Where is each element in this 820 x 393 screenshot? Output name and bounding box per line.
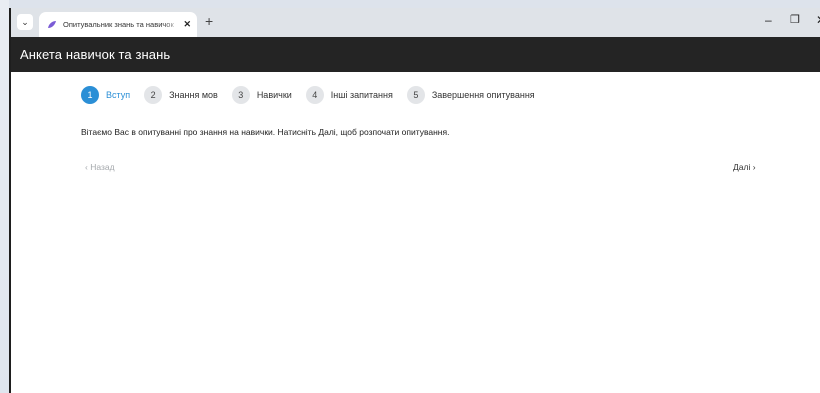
step-label: Інші запитання: [330, 90, 393, 100]
step-number: 2: [144, 86, 163, 104]
minimize-button[interactable]: –: [765, 13, 772, 27]
chevron-down-icon: ⌄: [21, 16, 29, 27]
app-header: Анкета навичок та знань: [11, 37, 820, 72]
tab-title: Опитувальник знань та навичок: [63, 20, 174, 29]
page-title: Анкета навичок та знань: [20, 47, 171, 62]
step-label: Знання мов: [169, 90, 218, 100]
browser-window: ⌄ Опитувальник знань та навичок ✕ + – ❐ …: [9, 8, 820, 393]
step-label: Завершення опитування: [431, 90, 535, 100]
tab-strip: ⌄ Опитувальник знань та навичок ✕ + – ❐ …: [11, 8, 820, 37]
step-languages[interactable]: 2 Знання мов: [144, 86, 218, 104]
new-tab-button[interactable]: +: [205, 13, 213, 29]
step-label: Навички: [256, 90, 292, 100]
next-button[interactable]: Далі ›: [733, 162, 756, 172]
tab-close-icon[interactable]: ✕: [183, 19, 191, 30]
step-other-questions[interactable]: 4 Інші запитання: [305, 86, 393, 104]
step-label: Вступ: [106, 90, 131, 100]
step-finish[interactable]: 5 Завершення опитування: [406, 86, 535, 104]
back-button[interactable]: ‹ Назад: [85, 162, 115, 172]
desktop-background: [0, 0, 9, 393]
maximize-button[interactable]: ❐: [790, 13, 800, 26]
tab-search-button[interactable]: ⌄: [17, 14, 33, 30]
step-number: 1: [81, 86, 99, 104]
close-window-button[interactable]: ✕: [816, 13, 820, 27]
step-number: 4: [305, 86, 324, 104]
step-number: 5: [406, 86, 425, 104]
survey-content: 1 Вступ 2 Знання мов 3 Навички 4 Інші за…: [11, 72, 820, 393]
browser-tab[interactable]: Опитувальник знань та навичок ✕: [39, 12, 197, 37]
intro-text: Вітаємо Вас в опитуванні про знання на н…: [81, 127, 450, 137]
step-progress: 1 Вступ 2 Знання мов 3 Навички 4 Інші за…: [81, 86, 549, 104]
step-intro[interactable]: 1 Вступ: [81, 86, 130, 104]
favicon-icon: [48, 20, 56, 28]
step-skills[interactable]: 3 Навички: [231, 86, 292, 104]
step-number: 3: [231, 86, 250, 104]
